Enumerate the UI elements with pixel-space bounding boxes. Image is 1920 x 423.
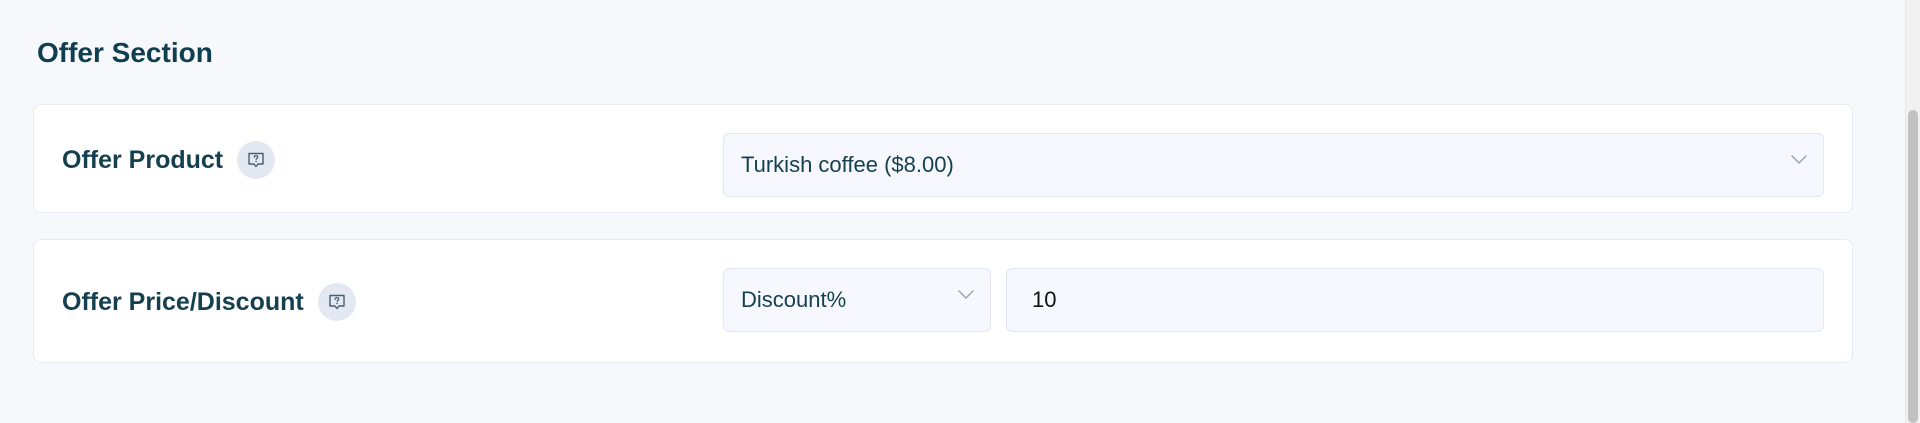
offer-price-label-group: Offer Price/Discount bbox=[62, 283, 356, 321]
offer-product-label-group: Offer Product bbox=[62, 141, 276, 179]
offer-product-select[interactable]: Turkish coffee ($8.00) bbox=[723, 133, 1824, 197]
scrollbar-thumb[interactable] bbox=[1908, 110, 1918, 423]
main-content: Offer Section Offer Product Turkish coff… bbox=[0, 0, 1905, 423]
discount-type-selected-value: Discount% bbox=[741, 287, 847, 312]
help-chat-icon-glyph bbox=[248, 152, 264, 168]
offer-product-selected-value: Turkish coffee ($8.00) bbox=[741, 152, 954, 177]
discount-amount-input[interactable] bbox=[1006, 268, 1824, 332]
offer-price-card: Offer Price/Discount Discount% bbox=[33, 239, 1853, 363]
section-title: Offer Section bbox=[37, 37, 213, 68]
offer-product-card: Offer Product Turkish coffee ($8.00) bbox=[33, 104, 1853, 213]
discount-type-select[interactable]: Discount% bbox=[723, 268, 991, 332]
offer-product-label: Offer Product bbox=[62, 146, 224, 174]
help-chat-icon-glyph bbox=[329, 294, 345, 310]
chevron-down-icon bbox=[1791, 155, 1807, 164]
help-chat-icon[interactable] bbox=[317, 283, 356, 321]
offer-price-label: Offer Price/Discount bbox=[62, 288, 304, 316]
help-chat-icon[interactable] bbox=[237, 141, 276, 179]
chevron-down-icon bbox=[958, 290, 974, 299]
vertical-scrollbar[interactable] bbox=[1905, 0, 1920, 423]
offer-settings-page: Offer Section Offer Product Turkish coff… bbox=[0, 0, 1920, 423]
